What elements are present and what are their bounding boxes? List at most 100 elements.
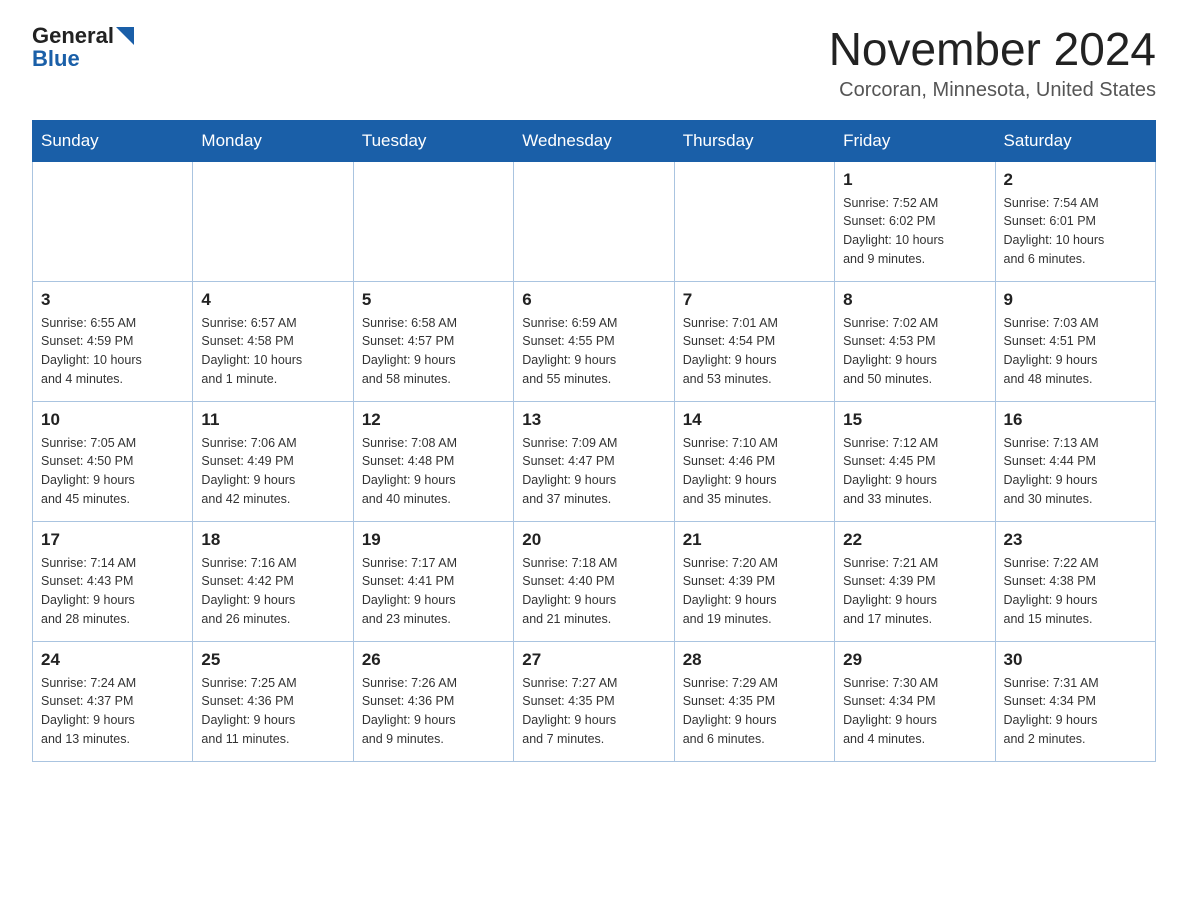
calendar-cell: 26 Sunrise: 7:26 AM Sunset: 4:36 PM Dayli… xyxy=(353,641,513,761)
calendar-cell: 28Sunrise: 7:29 AM Sunset: 4:35 PM Dayli… xyxy=(674,641,834,761)
day-number: 23 xyxy=(1004,530,1147,550)
day-number: 19 xyxy=(362,530,505,550)
day-info: Sunrise: 7:17 AM Sunset: 4:41 PM Dayligh… xyxy=(362,554,505,629)
day-number: 4 xyxy=(201,290,344,310)
day-info: Sunrise: 7:27 AM Sunset: 4:35 PM Dayligh… xyxy=(522,674,665,749)
header: General Blue November 2024 Corcoran, Min… xyxy=(32,24,1156,102)
logo-icon xyxy=(116,27,134,45)
calendar-cell: 1 Sunrise: 7:52 AM Sunset: 6:02 PM Daylig… xyxy=(835,161,995,281)
logo: General Blue xyxy=(32,24,134,72)
calendar-cell: 11 Sunrise: 7:06 AM Sunset: 4:49 PM Dayli… xyxy=(193,401,353,521)
weekday-header-row: SundayMondayTuesdayWednesdayThursdayFrid… xyxy=(33,120,1156,161)
day-number: 25 xyxy=(201,650,344,670)
week-row-2: 3Sunrise: 6:55 AM Sunset: 4:59 PM Daylig… xyxy=(33,281,1156,401)
week-row-4: 17Sunrise: 7:14 AM Sunset: 4:43 PM Dayli… xyxy=(33,521,1156,641)
day-info: Sunrise: 7:25 AM Sunset: 4:36 PM Dayligh… xyxy=(201,674,344,749)
calendar-cell: 7Sunrise: 7:01 AM Sunset: 4:54 PM Daylig… xyxy=(674,281,834,401)
calendar-cell: 12 Sunrise: 7:08 AM Sunset: 4:48 PM Dayli… xyxy=(353,401,513,521)
calendar-cell xyxy=(674,161,834,281)
calendar-cell: 5 Sunrise: 6:58 AM Sunset: 4:57 PM Daylig… xyxy=(353,281,513,401)
day-number: 18 xyxy=(201,530,344,550)
weekday-header-wednesday: Wednesday xyxy=(514,120,674,161)
week-row-1: 1 Sunrise: 7:52 AM Sunset: 6:02 PM Daylig… xyxy=(33,161,1156,281)
logo-part2: Blue xyxy=(32,46,80,72)
day-number: 1 xyxy=(843,170,986,190)
calendar-cell: 24 Sunrise: 7:24 AM Sunset: 4:37 PM Dayli… xyxy=(33,641,193,761)
day-number: 13 xyxy=(522,410,665,430)
day-info: Sunrise: 7:30 AM Sunset: 4:34 PM Dayligh… xyxy=(843,674,986,749)
day-info: Sunrise: 6:57 AM Sunset: 4:58 PM Dayligh… xyxy=(201,314,344,389)
day-number: 24 xyxy=(41,650,184,670)
day-number: 22 xyxy=(843,530,986,550)
weekday-header-friday: Friday xyxy=(835,120,995,161)
day-info: Sunrise: 7:05 AM Sunset: 4:50 PM Dayligh… xyxy=(41,434,184,509)
day-info: Sunrise: 7:14 AM Sunset: 4:43 PM Dayligh… xyxy=(41,554,184,629)
weekday-header-tuesday: Tuesday xyxy=(353,120,513,161)
calendar-cell: 29 Sunrise: 7:30 AM Sunset: 4:34 PM Dayli… xyxy=(835,641,995,761)
day-number: 16 xyxy=(1004,410,1147,430)
day-info: Sunrise: 7:18 AM Sunset: 4:40 PM Dayligh… xyxy=(522,554,665,629)
day-number: 21 xyxy=(683,530,826,550)
calendar-cell: 23 Sunrise: 7:22 AM Sunset: 4:38 PM Dayli… xyxy=(995,521,1155,641)
day-info: Sunrise: 7:20 AM Sunset: 4:39 PM Dayligh… xyxy=(683,554,826,629)
title-area: November 2024 Corcoran, Minnesota, Unite… xyxy=(829,24,1156,102)
calendar-cell: 2Sunrise: 7:54 AM Sunset: 6:01 PM Daylig… xyxy=(995,161,1155,281)
day-number: 10 xyxy=(41,410,184,430)
day-info: Sunrise: 7:26 AM Sunset: 4:36 PM Dayligh… xyxy=(362,674,505,749)
location-title: Corcoran, Minnesota, United States xyxy=(829,79,1156,102)
weekday-header-monday: Monday xyxy=(193,120,353,161)
day-info: Sunrise: 6:58 AM Sunset: 4:57 PM Dayligh… xyxy=(362,314,505,389)
weekday-header-saturday: Saturday xyxy=(995,120,1155,161)
calendar-cell: 3Sunrise: 6:55 AM Sunset: 4:59 PM Daylig… xyxy=(33,281,193,401)
calendar-cell xyxy=(193,161,353,281)
day-info: Sunrise: 7:52 AM Sunset: 6:02 PM Dayligh… xyxy=(843,194,986,269)
calendar-cell xyxy=(514,161,674,281)
week-row-3: 10 Sunrise: 7:05 AM Sunset: 4:50 PM Dayli… xyxy=(33,401,1156,521)
day-info: Sunrise: 7:12 AM Sunset: 4:45 PM Dayligh… xyxy=(843,434,986,509)
day-info: Sunrise: 7:10 AM Sunset: 4:46 PM Dayligh… xyxy=(683,434,826,509)
calendar-cell xyxy=(353,161,513,281)
day-number: 15 xyxy=(843,410,986,430)
day-number: 27 xyxy=(522,650,665,670)
calendar-cell: 20Sunrise: 7:18 AM Sunset: 4:40 PM Dayli… xyxy=(514,521,674,641)
calendar-cell: 25 Sunrise: 7:25 AM Sunset: 4:36 PM Dayli… xyxy=(193,641,353,761)
week-row-5: 24 Sunrise: 7:24 AM Sunset: 4:37 PM Dayli… xyxy=(33,641,1156,761)
calendar-cell: 10 Sunrise: 7:05 AM Sunset: 4:50 PM Dayli… xyxy=(33,401,193,521)
calendar-table: SundayMondayTuesdayWednesdayThursdayFrid… xyxy=(32,120,1156,762)
day-info: Sunrise: 7:16 AM Sunset: 4:42 PM Dayligh… xyxy=(201,554,344,629)
day-number: 11 xyxy=(201,410,344,430)
calendar-cell: 4 Sunrise: 6:57 AM Sunset: 4:58 PM Daylig… xyxy=(193,281,353,401)
day-number: 28 xyxy=(683,650,826,670)
weekday-header-thursday: Thursday xyxy=(674,120,834,161)
calendar-cell xyxy=(33,161,193,281)
calendar-cell: 14 Sunrise: 7:10 AM Sunset: 4:46 PM Dayli… xyxy=(674,401,834,521)
calendar-cell: 16 Sunrise: 7:13 AM Sunset: 4:44 PM Dayli… xyxy=(995,401,1155,521)
day-number: 30 xyxy=(1004,650,1147,670)
day-number: 6 xyxy=(522,290,665,310)
month-title: November 2024 xyxy=(829,24,1156,75)
day-number: 26 xyxy=(362,650,505,670)
day-number: 5 xyxy=(362,290,505,310)
calendar-cell: 17Sunrise: 7:14 AM Sunset: 4:43 PM Dayli… xyxy=(33,521,193,641)
day-info: Sunrise: 7:22 AM Sunset: 4:38 PM Dayligh… xyxy=(1004,554,1147,629)
day-info: Sunrise: 7:03 AM Sunset: 4:51 PM Dayligh… xyxy=(1004,314,1147,389)
day-info: Sunrise: 7:13 AM Sunset: 4:44 PM Dayligh… xyxy=(1004,434,1147,509)
day-info: Sunrise: 7:54 AM Sunset: 6:01 PM Dayligh… xyxy=(1004,194,1147,269)
day-info: Sunrise: 6:59 AM Sunset: 4:55 PM Dayligh… xyxy=(522,314,665,389)
calendar-cell: 21 Sunrise: 7:20 AM Sunset: 4:39 PM Dayli… xyxy=(674,521,834,641)
day-info: Sunrise: 7:21 AM Sunset: 4:39 PM Dayligh… xyxy=(843,554,986,629)
day-number: 12 xyxy=(362,410,505,430)
calendar-cell: 15 Sunrise: 7:12 AM Sunset: 4:45 PM Dayli… xyxy=(835,401,995,521)
day-info: Sunrise: 7:02 AM Sunset: 4:53 PM Dayligh… xyxy=(843,314,986,389)
calendar-cell: 9Sunrise: 7:03 AM Sunset: 4:51 PM Daylig… xyxy=(995,281,1155,401)
day-info: Sunrise: 6:55 AM Sunset: 4:59 PM Dayligh… xyxy=(41,314,184,389)
calendar-cell: 13Sunrise: 7:09 AM Sunset: 4:47 PM Dayli… xyxy=(514,401,674,521)
weekday-header-sunday: Sunday xyxy=(33,120,193,161)
day-info: Sunrise: 7:08 AM Sunset: 4:48 PM Dayligh… xyxy=(362,434,505,509)
day-number: 14 xyxy=(683,410,826,430)
calendar-cell: 6 Sunrise: 6:59 AM Sunset: 4:55 PM Daylig… xyxy=(514,281,674,401)
day-number: 29 xyxy=(843,650,986,670)
calendar-cell: 8Sunrise: 7:02 AM Sunset: 4:53 PM Daylig… xyxy=(835,281,995,401)
day-info: Sunrise: 7:06 AM Sunset: 4:49 PM Dayligh… xyxy=(201,434,344,509)
day-info: Sunrise: 7:24 AM Sunset: 4:37 PM Dayligh… xyxy=(41,674,184,749)
